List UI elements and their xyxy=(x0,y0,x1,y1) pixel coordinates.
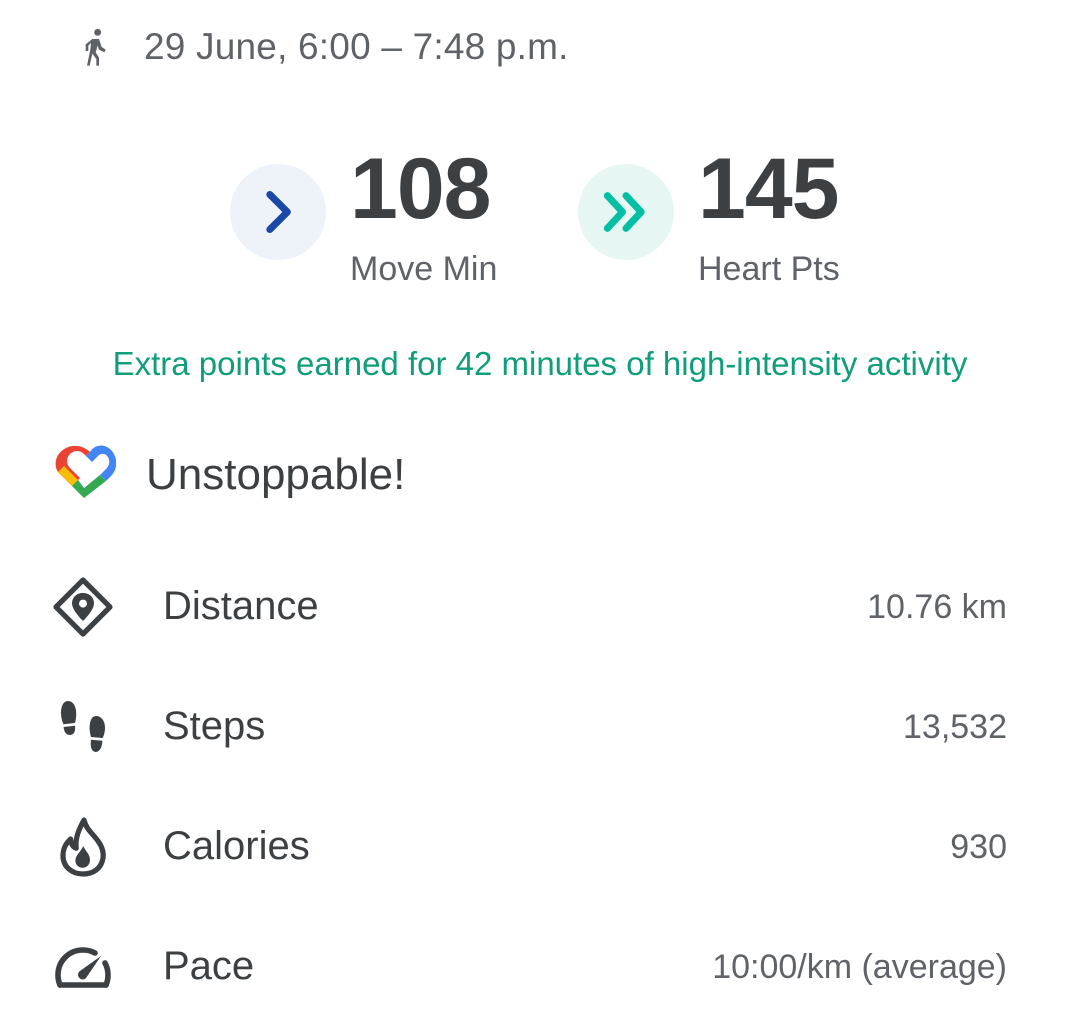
stat-row-steps: Steps 13,532 xyxy=(0,686,1080,766)
achievement-row: Unstoppable! xyxy=(52,442,405,508)
stat-row-distance: Distance 10.76 km xyxy=(0,566,1080,646)
walking-icon xyxy=(78,25,112,69)
stat-row-pace: Pace 10:00/km (average) xyxy=(0,926,1080,1006)
activity-date-range: 29 June, 6:00 – 7:48 p.m. xyxy=(144,26,569,67)
extra-points-note: Extra points earned for 42 minutes of hi… xyxy=(112,345,968,382)
speedometer-icon xyxy=(50,934,116,1000)
achievement-title: Unstoppable! xyxy=(146,450,406,499)
chevron-right-icon xyxy=(230,164,326,260)
move-minutes-label: Move Min xyxy=(350,250,498,288)
activity-header: 29 June, 6:00 – 7:48 p.m. xyxy=(78,22,569,72)
heart-points-value: 145 xyxy=(698,141,839,237)
stat-row-calories: Calories 930 xyxy=(0,806,1080,886)
location-diamond-icon xyxy=(50,574,116,640)
heart-points-label: Heart Pts xyxy=(698,250,840,288)
stat-value-distance: 10.76 km xyxy=(867,588,1007,626)
flame-icon xyxy=(50,814,116,880)
footsteps-icon xyxy=(50,694,116,760)
activity-metrics: 108 Move Min 145 Heart Pts xyxy=(0,144,1080,300)
double-chevron-right-icon xyxy=(578,164,674,260)
google-fit-heart-icon xyxy=(52,444,117,507)
stat-value-pace: 10:00/km (average) xyxy=(712,948,1007,986)
stat-label-calories: Calories xyxy=(163,824,310,868)
move-minutes-value: 108 xyxy=(350,141,491,237)
stat-label-pace: Pace xyxy=(163,944,255,988)
stat-label-distance: Distance xyxy=(163,584,319,628)
stat-label-steps: Steps xyxy=(163,704,266,748)
stat-value-calories: 930 xyxy=(950,828,1007,866)
stat-value-steps: 13,532 xyxy=(903,708,1007,746)
